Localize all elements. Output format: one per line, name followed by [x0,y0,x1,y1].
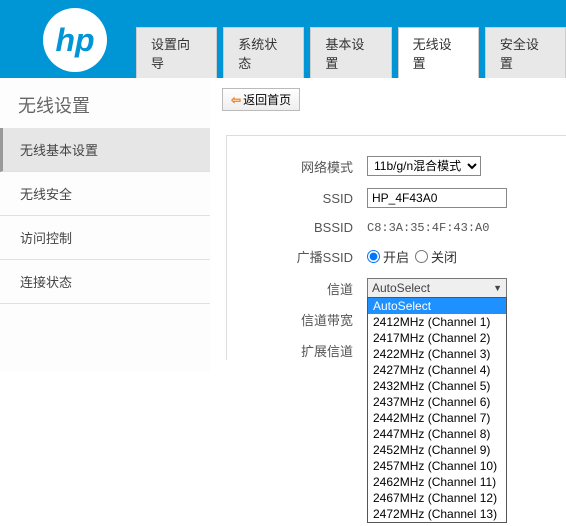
hp-logo: hp [40,5,110,78]
sidebar-item-无线安全[interactable]: 无线安全 [0,172,210,216]
channel-option[interactable]: AutoSelect [368,298,506,314]
channel-option[interactable]: 2457MHz (Channel 10) [368,458,506,474]
channel-option[interactable]: 2472MHz (Channel 13) [368,506,506,522]
back-button[interactable]: ⇦ 返回首页 [222,88,300,111]
tab-系统状态[interactable]: 系统状态 [223,27,304,78]
channel-select[interactable]: AutoSelect ▼ [367,278,507,298]
label-bandwidth: 信道带宽 [247,310,367,329]
channel-option[interactable]: 2427MHz (Channel 4) [368,362,506,378]
channel-option[interactable]: 2462MHz (Channel 11) [368,474,506,490]
back-arrow-icon: ⇦ [231,93,241,107]
row-network-mode: 网络模式 11b/g/n混合模式 [227,156,566,176]
row-broadcast: 广播SSID 开启 关闭 [227,247,566,266]
label-ext-channel: 扩展信道 [247,341,367,360]
sidebar-item-连接状态[interactable]: 连接状态 [0,260,210,304]
broadcast-off-option[interactable]: 关闭 [415,247,457,266]
tab-安全设置[interactable]: 安全设置 [485,27,566,78]
channel-option[interactable]: 2432MHz (Channel 5) [368,378,506,394]
bssid-value: C8:3A:35:4F:43:A0 [367,221,566,235]
sidebar: 无线设置 无线基本设置无线安全访问控制连接状态 [0,78,210,372]
label-broadcast: 广播SSID [247,247,367,266]
tab-基本设置[interactable]: 基本设置 [310,27,391,78]
channel-option[interactable]: 2442MHz (Channel 7) [368,410,506,426]
sidebar-item-访问控制[interactable]: 访问控制 [0,216,210,260]
row-ssid: SSID [227,188,566,208]
channel-option[interactable]: 2447MHz (Channel 8) [368,426,506,442]
ssid-input[interactable] [367,188,507,208]
broadcast-on-radio[interactable] [367,250,380,263]
row-bssid: BSSID C8:3A:35:4F:43:A0 [227,220,566,235]
tab-设置向导[interactable]: 设置向导 [136,27,217,78]
channel-option[interactable]: 2437MHz (Channel 6) [368,394,506,410]
main-panel: ⇦ 返回首页 网络模式 11b/g/n混合模式 SSID BSSID [210,78,566,372]
top-tabs: 设置向导系统状态基本设置无线设置安全设置 [136,27,566,78]
back-button-label: 返回首页 [243,91,291,108]
sidebar-item-无线基本设置[interactable]: 无线基本设置 [0,128,210,172]
label-network-mode: 网络模式 [247,157,367,176]
broadcast-off-radio[interactable] [415,250,428,263]
svg-text:hp: hp [55,22,94,58]
form-panel: 网络模式 11b/g/n混合模式 SSID BSSID C8:3A:35:4F:… [226,135,566,360]
row-channel: 信道 AutoSelect ▼ AutoSelect2412MHz (Chann… [227,278,566,298]
label-channel: 信道 [247,279,367,298]
channel-dropdown[interactable]: AutoSelect2412MHz (Channel 1)2417MHz (Ch… [367,297,507,523]
label-bssid: BSSID [247,220,367,235]
label-ssid: SSID [247,191,367,206]
channel-option[interactable]: 2422MHz (Channel 3) [368,346,506,362]
chevron-down-icon: ▼ [493,283,502,293]
network-mode-select[interactable]: 11b/g/n混合模式 [367,156,481,176]
channel-select-value: AutoSelect [372,281,430,295]
tab-无线设置[interactable]: 无线设置 [398,27,479,78]
broadcast-on-option[interactable]: 开启 [367,247,409,266]
channel-option[interactable]: 2417MHz (Channel 2) [368,330,506,346]
channel-option[interactable]: 2467MHz (Channel 12) [368,490,506,506]
header-bar: hp 设置向导系统状态基本设置无线设置安全设置 [0,0,566,78]
channel-option[interactable]: 2452MHz (Channel 9) [368,442,506,458]
sidebar-title: 无线设置 [0,78,210,128]
content-area: 无线设置 无线基本设置无线安全访问控制连接状态 ⇦ 返回首页 网络模式 11b/… [0,78,566,372]
channel-option[interactable]: 2412MHz (Channel 1) [368,314,506,330]
